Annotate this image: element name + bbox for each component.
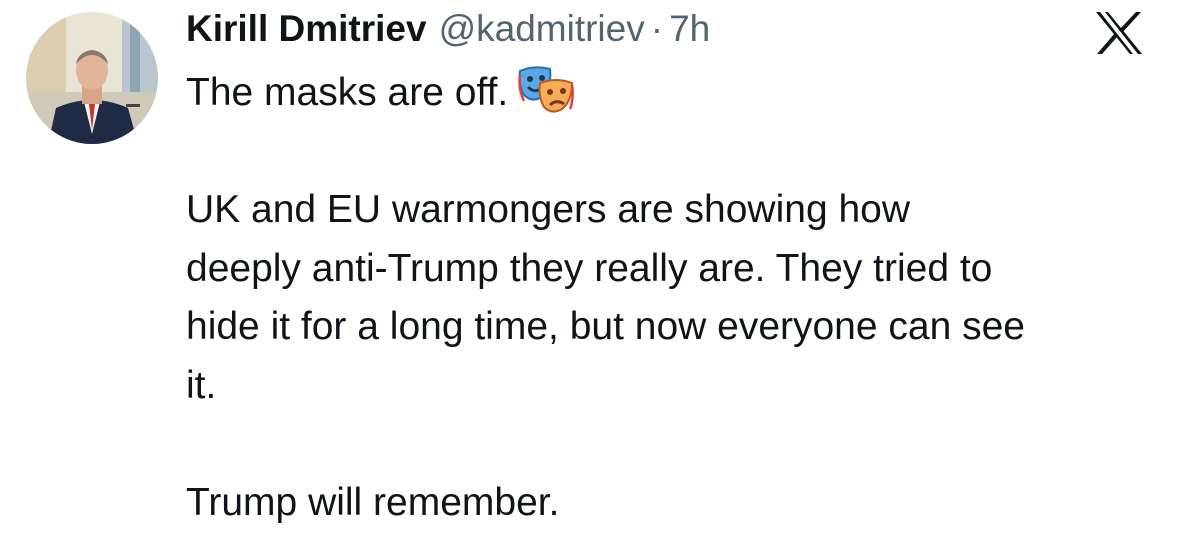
tweet-line: hide it for a long time, but now everyon… [186,305,1025,348]
avatar[interactable] [26,12,158,144]
tweet-header: Kirill Dmitriev @kadmitriev · 7h [186,8,710,58]
tweet-text: The masks are off. UK and EU warmongers … [186,64,1166,532]
tweet-first-line: The masks are off. [186,64,1166,123]
performing-arts-masks-icon [518,65,575,115]
author-handle[interactable]: @kadmitriev [439,8,645,50]
tweet-line: it. [186,363,217,407]
tweet-first-line-text: The masks are off. [186,71,509,114]
tweet-timestamp[interactable]: 7h [669,8,710,50]
tweet-line: UK and EU warmongers are showing how [186,188,911,231]
tweet-card: Kirill Dmitriev @kadmitriev · 7h The mas… [0,0,1179,549]
author-display-name[interactable]: Kirill Dmitriev [186,8,427,50]
tweet-line: deeply anti-Trump they really are. They … [186,246,993,290]
header-separator: · [650,8,664,49]
x-logo-icon [1094,10,1144,56]
tweet-closing-line: Trump will remember. [186,480,560,524]
